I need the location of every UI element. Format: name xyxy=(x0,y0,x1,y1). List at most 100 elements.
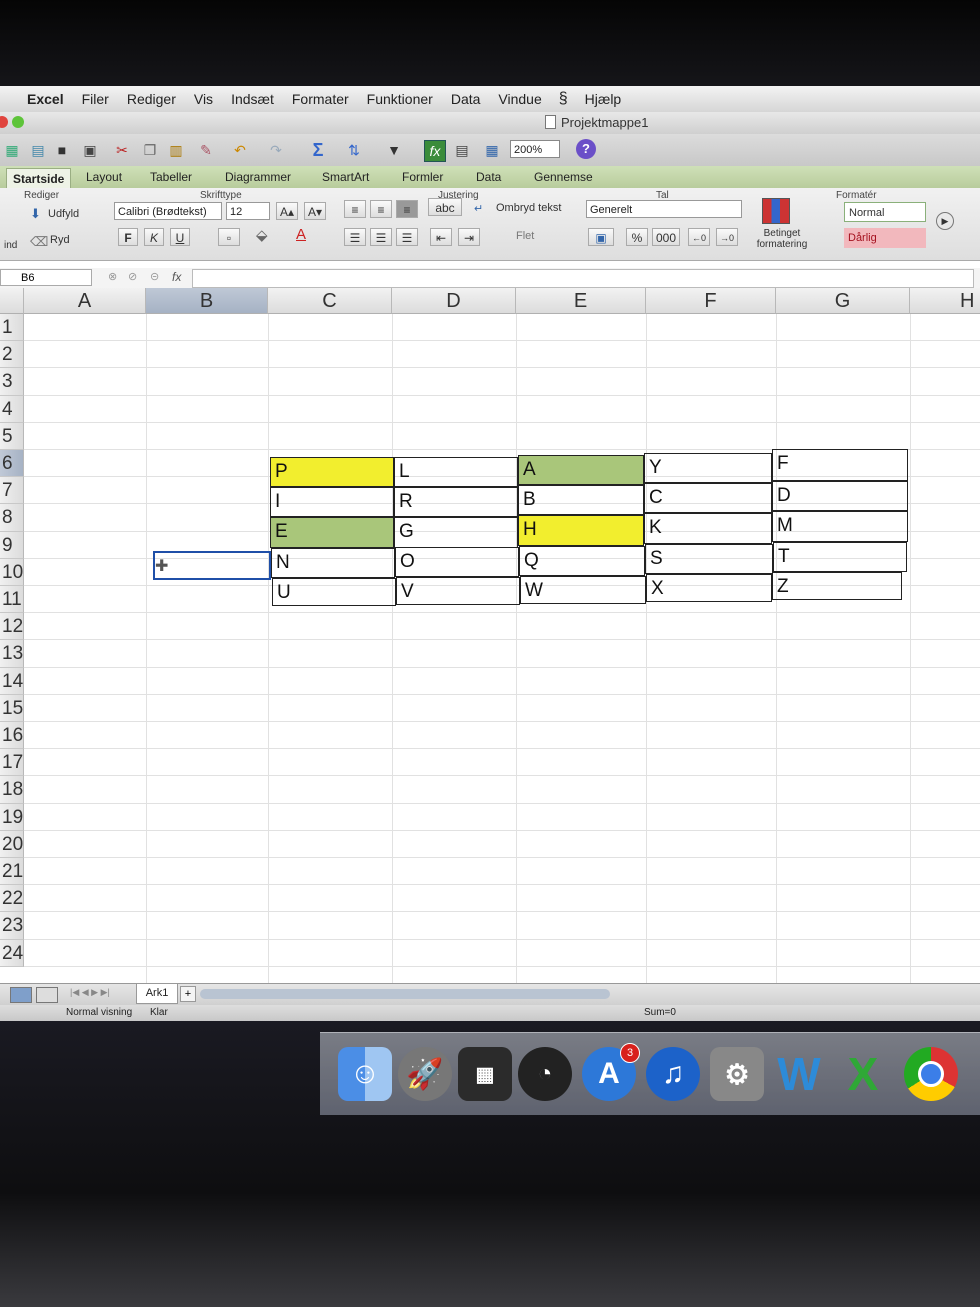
tab-smartart[interactable]: SmartArt xyxy=(322,170,369,184)
select-all-corner[interactable] xyxy=(0,288,24,314)
cell-c6[interactable]: N xyxy=(271,548,395,578)
cell-f4[interactable]: C xyxy=(644,483,772,513)
column-header-g[interactable]: G xyxy=(776,288,910,314)
menu-format[interactable]: Formater xyxy=(283,91,358,107)
formula-input[interactable] xyxy=(192,269,974,288)
wrap-text-button[interactable]: Ombryd tekst xyxy=(496,202,561,214)
decrease-indent-button[interactable]: ⇤ xyxy=(430,228,452,246)
cell-e5[interactable]: H xyxy=(518,515,644,546)
cell-g3[interactable]: F xyxy=(772,449,908,481)
itunes-icon[interactable]: ♫ xyxy=(646,1047,700,1101)
cell-c3[interactable]: P xyxy=(270,457,394,487)
cell-g4[interactable]: D xyxy=(772,481,908,511)
mission-control-icon[interactable]: ▦ xyxy=(458,1047,512,1101)
align-bottom-button[interactable]: ≡ xyxy=(396,200,418,218)
column-header-b[interactable]: B xyxy=(146,288,268,314)
cell-c7[interactable]: U xyxy=(272,578,396,606)
align-left-button[interactable]: ☰ xyxy=(344,228,366,246)
conditional-formatting-button[interactable]: Betinget formatering xyxy=(752,228,812,250)
row-header[interactable]: 17 xyxy=(0,749,24,777)
row-header[interactable]: 6 xyxy=(0,450,24,478)
cell-g7[interactable]: Z xyxy=(772,572,902,600)
style-normal[interactable]: Normal xyxy=(844,202,926,222)
borders-button[interactable]: ▫ xyxy=(218,228,240,246)
column-header-e[interactable]: E xyxy=(516,288,646,314)
row-header[interactable]: 21 xyxy=(0,858,24,886)
copy-icon[interactable]: ❐ xyxy=(140,140,160,160)
row-header[interactable]: 15 xyxy=(0,694,24,722)
zoom-window-button[interactable] xyxy=(12,116,24,128)
print-icon[interactable]: ▣ xyxy=(80,140,100,160)
format-painter-icon[interactable]: ✎ xyxy=(196,140,216,160)
percent-format-button[interactable]: % xyxy=(626,228,648,246)
worksheet-grid[interactable]: A B C D E F G H 12 3 4 5 6 7 8 9 10 11 1… xyxy=(0,288,980,983)
script-menu-icon[interactable]: § xyxy=(551,90,576,108)
clear-button[interactable]: Ryd xyxy=(50,234,70,246)
increase-indent-button[interactable]: ⇥ xyxy=(458,228,480,246)
cell-f6[interactable]: S xyxy=(645,544,773,574)
cut-icon[interactable]: ✂ xyxy=(112,140,132,160)
add-sheet-button[interactable]: + xyxy=(180,986,196,1002)
column-header-f[interactable]: F xyxy=(646,288,776,314)
font-size-select[interactable]: 12 xyxy=(226,202,270,220)
conditional-formatting-icon[interactable] xyxy=(762,198,790,224)
row-header[interactable]: 4 xyxy=(0,395,24,423)
menu-view[interactable]: Vis xyxy=(185,91,222,107)
row-header[interactable]: 13 xyxy=(0,640,24,668)
cell-f3[interactable]: Y xyxy=(644,453,772,483)
cell-e7[interactable]: W xyxy=(520,576,646,604)
fill-color-icon[interactable]: ⬙ xyxy=(256,226,268,244)
row-header[interactable]: 1 xyxy=(0,314,24,342)
currency-format-button[interactable]: ▣ xyxy=(588,228,614,246)
align-top-button[interactable]: ≡ xyxy=(344,200,366,218)
tab-formulas[interactable]: Formler xyxy=(402,170,443,184)
column-header-d[interactable]: D xyxy=(392,288,516,314)
help-button[interactable]: ? xyxy=(576,139,596,159)
insert-function-button[interactable]: fx xyxy=(172,270,181,284)
decrease-font-size-button[interactable]: A▾ xyxy=(304,202,326,220)
align-center-button[interactable]: ☰ xyxy=(370,228,392,246)
function-menu-icon[interactable]: ⊝ xyxy=(150,270,159,283)
row-header[interactable]: 20 xyxy=(0,830,24,858)
sheet-tab-ark1[interactable]: Ark1 xyxy=(136,984,178,1004)
zoom-select[interactable]: 200% xyxy=(510,140,560,158)
row-header[interactable]: 18 xyxy=(0,776,24,804)
row-header[interactable]: 19 xyxy=(0,803,24,831)
launchpad-icon[interactable]: 🚀 xyxy=(398,1047,452,1101)
number-format-select[interactable]: Generelt xyxy=(586,200,742,218)
confirm-icon[interactable]: ⊘ xyxy=(128,270,137,283)
menu-file[interactable]: Filer xyxy=(73,91,118,107)
paste-icon[interactable]: ▥ xyxy=(166,140,186,160)
row-header[interactable]: 14 xyxy=(0,667,24,695)
active-cell-b6[interactable] xyxy=(153,551,271,580)
row-header[interactable]: 10 xyxy=(0,558,24,586)
row-header[interactable]: 9 xyxy=(0,531,24,559)
column-header-a[interactable]: A xyxy=(24,288,146,314)
toolbox-icon[interactable]: ▤ xyxy=(452,140,472,160)
tab-charts[interactable]: Diagrammer xyxy=(225,170,291,184)
menu-data[interactable]: Data xyxy=(442,91,490,107)
menu-functions[interactable]: Funktioner xyxy=(358,91,442,107)
cell-d6[interactable]: O xyxy=(395,547,519,577)
align-right-button[interactable]: ☰ xyxy=(396,228,418,246)
excel-icon[interactable]: X xyxy=(836,1047,890,1101)
cell-g6[interactable]: T xyxy=(773,542,907,572)
font-name-select[interactable]: Calibri (Brødtekst) xyxy=(114,202,222,220)
row-header[interactable]: 23 xyxy=(0,912,24,940)
cell-f7[interactable]: X xyxy=(646,574,772,602)
dashboard-icon[interactable]: ◔ xyxy=(518,1047,572,1101)
merge-button[interactable]: Flet xyxy=(516,230,534,242)
open-icon[interactable]: ▤ xyxy=(28,140,48,160)
text-orientation-button[interactable]: abc xyxy=(428,198,462,216)
row-header[interactable]: 2 xyxy=(0,341,24,369)
chrome-icon[interactable] xyxy=(904,1047,958,1101)
autosum-icon[interactable]: Σ xyxy=(308,140,328,160)
menu-window[interactable]: Vindue xyxy=(489,91,550,107)
sort-icon[interactable]: ⇅ xyxy=(344,140,364,160)
filter-icon[interactable]: ▼ xyxy=(384,140,404,160)
row-header[interactable]: 16 xyxy=(0,722,24,750)
menu-help[interactable]: Hjælp xyxy=(576,91,631,107)
row-header[interactable]: 8 xyxy=(0,504,24,532)
column-header-h[interactable]: H xyxy=(910,288,980,314)
cell-e3[interactable]: A xyxy=(518,455,644,485)
